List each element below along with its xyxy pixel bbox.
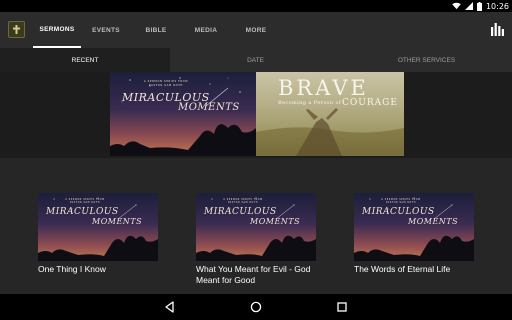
tab-media[interactable]: MEDIA bbox=[181, 12, 231, 48]
featured-banner-miraculous-moments[interactable]: A SERMON SERIES FROM PASTOR SAM ROTH MIR… bbox=[110, 72, 256, 156]
wifi-icon bbox=[452, 2, 461, 10]
sub-tabs: RECENT DATE OTHER SERVICES bbox=[0, 48, 512, 72]
main-tabs: SERMONS EVENTS BIBLE MEDIA MORE bbox=[33, 12, 281, 48]
banner-series-tagline-2: PASTOR SAM ROTH bbox=[149, 84, 183, 87]
signal-icon bbox=[464, 2, 473, 10]
banner-brave-subtitle-prefix: Becoming a Person of bbox=[278, 100, 342, 106]
sermon-card[interactable]: A SERMON SERIES FROM PASTOR SAM ROTH MIR… bbox=[196, 193, 316, 285]
status-bar: 10:26 bbox=[0, 0, 512, 12]
thumb-tagline-2: PASTOR SAM ROTH bbox=[227, 201, 259, 204]
status-time: 10:26 bbox=[485, 1, 509, 11]
tab-sermons[interactable]: SERMONS bbox=[33, 12, 81, 48]
subtab-date[interactable]: DATE bbox=[170, 48, 341, 72]
sermon-title: The Words of Eternal Life bbox=[354, 264, 451, 274]
thumb-line-2: MOMENTS bbox=[250, 217, 301, 226]
app-bar: SERMONS EVENTS BIBLE MEDIA MORE bbox=[0, 12, 512, 48]
thumb-line-2: MOMENTS bbox=[92, 217, 143, 226]
banner-title-line-2: MOMENTS bbox=[178, 102, 240, 113]
sermon-card[interactable]: A SERMON SERIES FROM PASTOR SAM ROTH MIR… bbox=[38, 193, 158, 275]
sermon-card[interactable]: A SERMON SERIES FROM PASTOR SAM ROTH MIR… bbox=[354, 193, 474, 275]
banner-brave-subtitle-word: COURAGE bbox=[342, 98, 398, 108]
tab-events[interactable]: EVENTS bbox=[81, 12, 131, 48]
app-screen: 10:26 SERMONS EVENTS BIBLE MEDIA MORE RE… bbox=[0, 0, 512, 320]
sermon-thumbnail: A SERMON SERIES FROM PASTOR SAM ROTH MIR… bbox=[196, 193, 316, 261]
sermon-thumbnail: A SERMON SERIES FROM PASTOR SAM ROTH MIR… bbox=[354, 193, 474, 261]
sermon-title: What You Meant for Evil - God Meant for … bbox=[196, 264, 311, 285]
sermon-title: One Thing I Know bbox=[38, 264, 106, 274]
battery-icon bbox=[476, 1, 482, 11]
system-nav-bar bbox=[0, 294, 512, 320]
subtab-other-services[interactable]: OTHER SERVICES bbox=[341, 48, 512, 72]
sermon-list: A SERMON SERIES FROM PASTOR SAM ROTH MIR… bbox=[0, 158, 512, 294]
thumb-line-1: MIRACULOUS bbox=[46, 207, 119, 217]
thumb-line-2: MOMENTS bbox=[408, 217, 459, 226]
recents-square-icon[interactable] bbox=[335, 300, 349, 314]
tab-bible[interactable]: BIBLE bbox=[131, 12, 181, 48]
church-logo-icon[interactable] bbox=[8, 21, 25, 38]
subtab-recent[interactable]: RECENT bbox=[0, 48, 170, 72]
thumb-tagline-2: PASTOR SAM ROTH bbox=[69, 201, 101, 204]
thumb-line-1: MIRACULOUS bbox=[204, 207, 277, 217]
banner-series-tagline-1: A SERMON SERIES FROM bbox=[143, 80, 189, 83]
home-circle-icon[interactable] bbox=[249, 300, 263, 314]
thumb-tagline-2: PASTOR SAM ROTH bbox=[385, 201, 417, 204]
sermon-thumbnail: A SERMON SERIES FROM PASTOR SAM ROTH MIR… bbox=[38, 193, 158, 261]
thumb-line-1: MIRACULOUS bbox=[362, 207, 435, 217]
banner-brave-title: BRAVE bbox=[278, 76, 369, 100]
featured-carousel: A SERMON SERIES FROM PASTOR SAM ROTH MIR… bbox=[0, 72, 512, 158]
status-icons: 10:26 bbox=[452, 0, 509, 12]
tab-more[interactable]: MORE bbox=[231, 12, 281, 48]
church-logo-glyph bbox=[13, 25, 20, 34]
featured-banner-brave[interactable]: BRAVE Becoming a Person of COURAGE bbox=[256, 72, 404, 156]
back-triangle-icon[interactable] bbox=[163, 300, 177, 314]
bar-chart-icon[interactable] bbox=[490, 22, 504, 36]
